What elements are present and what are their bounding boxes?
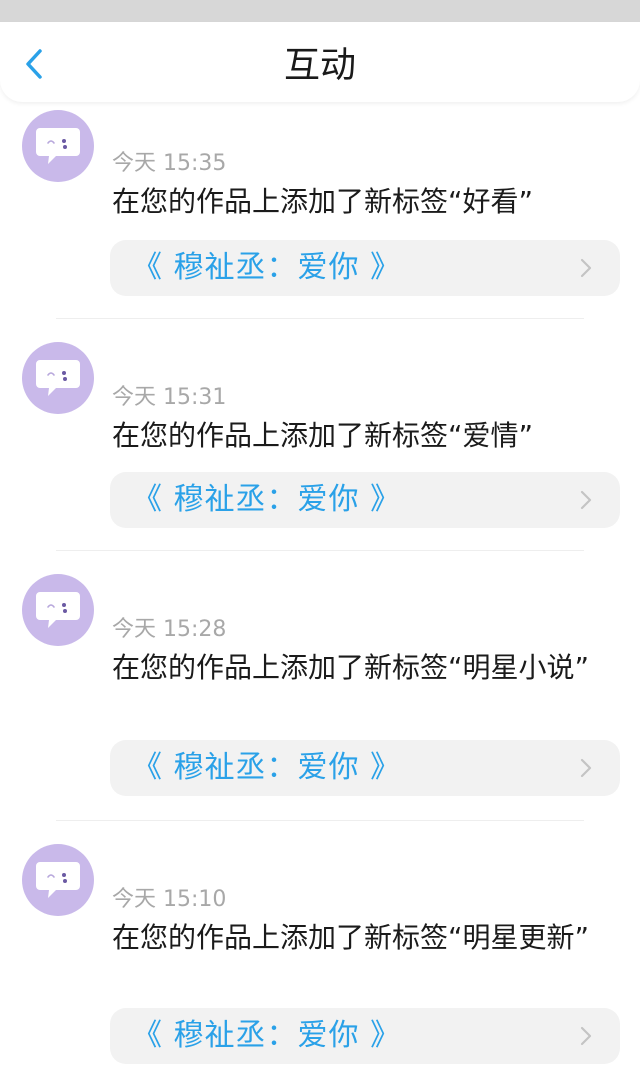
list-item: 今天 15:10 在您的作品上添加了新标签“明星更新” 《 穆祉丞：爱你 》 bbox=[0, 822, 640, 1070]
chevron-right-icon bbox=[580, 1026, 592, 1046]
list-item: 今天 15:35 在您的作品上添加了新标签“好看” 《 穆祉丞：爱你 》 bbox=[0, 102, 640, 320]
work-title: 《 穆祉丞：爱你 》 bbox=[132, 482, 402, 517]
work-link-card[interactable]: 《 穆祉丞：爱你 》 bbox=[110, 740, 620, 796]
list-item: 今天 15:31 在您的作品上添加了新标签“爱情” 《 穆祉丞：爱你 》 bbox=[0, 320, 640, 552]
chevron-right-icon bbox=[580, 258, 592, 278]
work-link-card[interactable]: 《 穆祉丞：爱你 》 bbox=[110, 240, 620, 296]
divider bbox=[56, 318, 584, 319]
chevron-right-icon bbox=[580, 490, 592, 510]
timestamp: 今天 15:31 bbox=[112, 385, 227, 410]
message-text: 在您的作品上添加了新标签“好看” bbox=[112, 185, 534, 218]
avatar bbox=[22, 110, 94, 182]
timestamp: 今天 15:28 bbox=[112, 617, 227, 642]
avatar bbox=[22, 844, 94, 916]
chat-bubble-icon bbox=[36, 592, 80, 628]
header: 互动 bbox=[0, 22, 640, 102]
list-item: 今天 15:28 在您的作品上添加了新标签“明星小说” 《 穆祉丞：爱你 》 bbox=[0, 552, 640, 822]
work-title: 《 穆祉丞：爱你 》 bbox=[132, 750, 402, 785]
status-bar bbox=[0, 0, 640, 22]
chevron-right-icon bbox=[580, 758, 592, 778]
message-text: 在您的作品上添加了新标签“爱情” bbox=[112, 419, 534, 452]
avatar bbox=[22, 574, 94, 646]
timestamp: 今天 15:10 bbox=[112, 887, 227, 912]
work-title: 《 穆祉丞：爱你 》 bbox=[132, 1018, 402, 1053]
notification-list: 今天 15:35 在您的作品上添加了新标签“好看” 《 穆祉丞：爱你 》 今天 … bbox=[0, 102, 640, 1070]
chat-bubble-icon bbox=[36, 360, 80, 396]
page-title: 互动 bbox=[283, 45, 356, 86]
avatar bbox=[22, 342, 94, 414]
divider bbox=[56, 820, 584, 821]
message-text: 在您的作品上添加了新标签“明星小说” bbox=[112, 651, 590, 684]
chat-bubble-icon bbox=[36, 862, 80, 898]
work-link-card[interactable]: 《 穆祉丞：爱你 》 bbox=[110, 1008, 620, 1064]
divider bbox=[56, 550, 584, 551]
message-text: 在您的作品上添加了新标签“明星更新” bbox=[112, 921, 590, 954]
timestamp: 今天 15:35 bbox=[112, 151, 227, 176]
work-title: 《 穆祉丞：爱你 》 bbox=[132, 250, 402, 285]
chat-bubble-icon bbox=[36, 128, 80, 164]
work-link-card[interactable]: 《 穆祉丞：爱你 》 bbox=[110, 472, 620, 528]
